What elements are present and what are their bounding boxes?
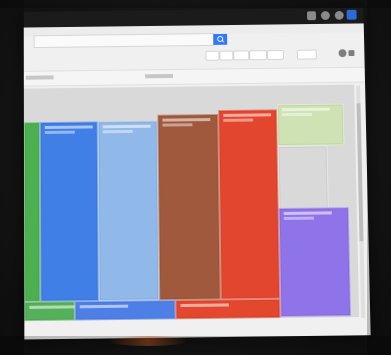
light-blue-tile[interactable] — [98, 121, 160, 301]
brown-tile[interactable] — [157, 114, 220, 300]
tile-label — [45, 125, 93, 129]
toolbar-chip[interactable] — [233, 50, 249, 60]
tile-label — [162, 118, 210, 122]
toolbar-chip[interactable] — [205, 51, 219, 61]
toolbar-chip[interactable] — [267, 50, 284, 60]
tile-label — [80, 305, 128, 309]
tile-sublabel — [45, 131, 75, 134]
help-icon[interactable] — [335, 11, 344, 20]
tile-sublabel — [223, 119, 253, 122]
green-tile[interactable] — [24, 122, 41, 302]
tile-sublabel — [284, 217, 314, 220]
gear-icon[interactable] — [321, 11, 330, 20]
left-shadow — [0, 0, 24, 355]
tile-label — [282, 108, 330, 112]
bottom-glow — [108, 336, 188, 346]
red-tile-main[interactable] — [218, 109, 280, 299]
search-bar[interactable] — [34, 33, 215, 48]
tile-sublabel — [162, 123, 192, 126]
blue-tile[interactable] — [40, 121, 99, 301]
header-label-center — [145, 74, 173, 78]
green-tile-bottom[interactable] — [24, 301, 74, 321]
toolbar-chip[interactable] — [249, 50, 267, 60]
projected-screen — [24, 8, 371, 340]
tile-label — [180, 303, 228, 307]
scroll-thumb[interactable] — [357, 103, 364, 241]
right-shadow — [367, 0, 391, 355]
blue-tile-bottom[interactable] — [75, 300, 176, 321]
top-shadow — [0, 0, 391, 8]
light-green-tile[interactable] — [277, 104, 345, 147]
tile-label — [223, 113, 271, 117]
toolbar-chip[interactable] — [297, 50, 317, 60]
view-toolbar — [205, 49, 354, 63]
photo-of-screen — [0, 0, 391, 355]
red-tile-bottom[interactable] — [175, 299, 280, 320]
tile-label — [103, 125, 151, 129]
tile-label — [29, 305, 77, 309]
search-button[interactable] — [213, 34, 227, 45]
grid-icon[interactable] — [307, 11, 316, 20]
purple-tile[interactable] — [279, 207, 351, 317]
tile-label — [284, 211, 332, 215]
tile-sublabel — [103, 130, 133, 133]
tile-sublabel — [282, 113, 312, 116]
top-bar — [24, 8, 364, 37]
chevron-down-icon[interactable] — [348, 50, 354, 56]
toolbar-chip[interactable] — [219, 51, 233, 61]
treemap — [24, 85, 359, 322]
treemap-header — [24, 67, 365, 87]
header-label-left — [26, 75, 54, 79]
avatar[interactable] — [347, 10, 357, 20]
settings-icon[interactable] — [338, 49, 346, 57]
